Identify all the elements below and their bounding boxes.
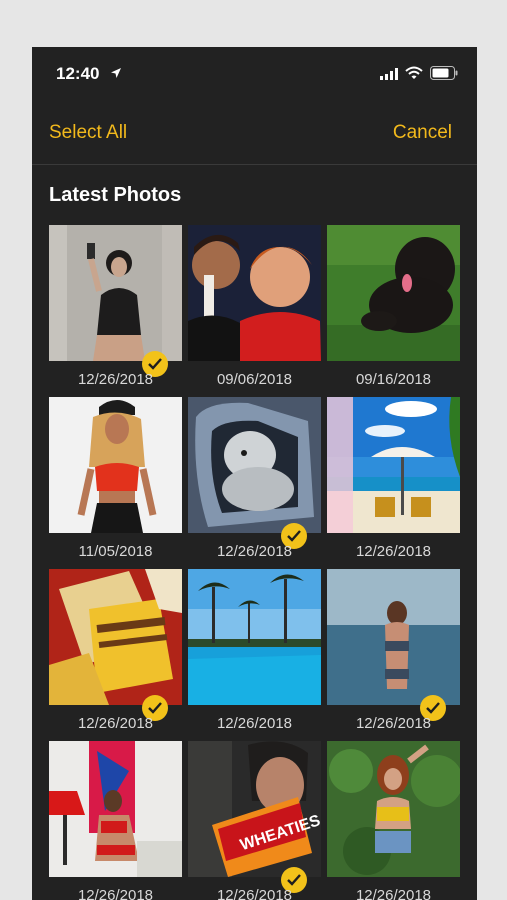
photo-thumbnail: [327, 569, 460, 705]
battery-icon: [430, 66, 458, 80]
select-all-button[interactable]: Select All: [49, 122, 127, 144]
photo-date: 12/26/2018: [355, 887, 432, 900]
cancel-button[interactable]: Cancel: [393, 122, 452, 144]
photo-date: 12/26/2018: [216, 887, 293, 900]
photo-item[interactable]: 12/26/2018: [327, 569, 460, 732]
status-time: 12:40: [56, 64, 100, 83]
photo-thumbnail: [327, 225, 460, 361]
photo-item[interactable]: 12/26/2018: [327, 397, 460, 560]
photo-date: 12/26/2018: [355, 543, 432, 560]
photo-thumbnail: [327, 741, 460, 877]
photo-item[interactable]: 12/26/2018: [49, 741, 182, 900]
photo-item[interactable]: WHEATIES 12/26/2018: [188, 741, 321, 900]
photo-item[interactable]: 12/26/2018: [327, 741, 460, 900]
photo-item[interactable]: 09/16/2018: [327, 225, 460, 388]
photo-date: 12/26/2018: [77, 715, 154, 732]
photo-date: 12/26/2018: [77, 371, 154, 388]
photo-item[interactable]: 12/26/2018: [188, 397, 321, 560]
cellular-signal-icon: [380, 68, 398, 80]
photo-item[interactable]: 11/05/2018: [49, 397, 182, 560]
wifi-icon: [405, 66, 423, 79]
photo-thumbnail: [188, 397, 321, 533]
photo-item[interactable]: 12/26/2018: [49, 569, 182, 732]
photo-thumbnail: [188, 569, 321, 705]
photo-thumbnail: [49, 741, 182, 877]
location-arrow-icon: [111, 68, 121, 78]
photo-date: 11/05/2018: [78, 543, 153, 560]
photo-thumbnail: [49, 225, 182, 361]
phone-screen: 12:40 Select All Cancel Latest Photos 12…: [32, 47, 477, 900]
section-title: Latest Photos: [49, 184, 182, 206]
photo-thumbnail: WHEATIES: [188, 741, 321, 877]
photo-date: 12/26/2018: [77, 887, 154, 900]
status-bar: 12:40: [32, 47, 477, 103]
photo-date: 12/26/2018: [216, 543, 293, 560]
photo-thumbnail: [49, 569, 182, 705]
photo-thumbnail: [49, 397, 182, 533]
photo-date: 12/26/2018: [355, 715, 432, 732]
photo-date: 09/06/2018: [216, 371, 293, 388]
photo-date: 09/16/2018: [355, 371, 432, 388]
photo-thumbnail: [188, 225, 321, 361]
photo-item[interactable]: 09/06/2018: [188, 225, 321, 388]
photo-date: 12/26/2018: [216, 715, 293, 732]
photo-item[interactable]: 12/26/2018: [188, 569, 321, 732]
nav-bar: Select All Cancel: [32, 103, 477, 165]
photo-item[interactable]: 12/26/2018: [49, 225, 182, 388]
photo-thumbnail: [327, 397, 460, 533]
